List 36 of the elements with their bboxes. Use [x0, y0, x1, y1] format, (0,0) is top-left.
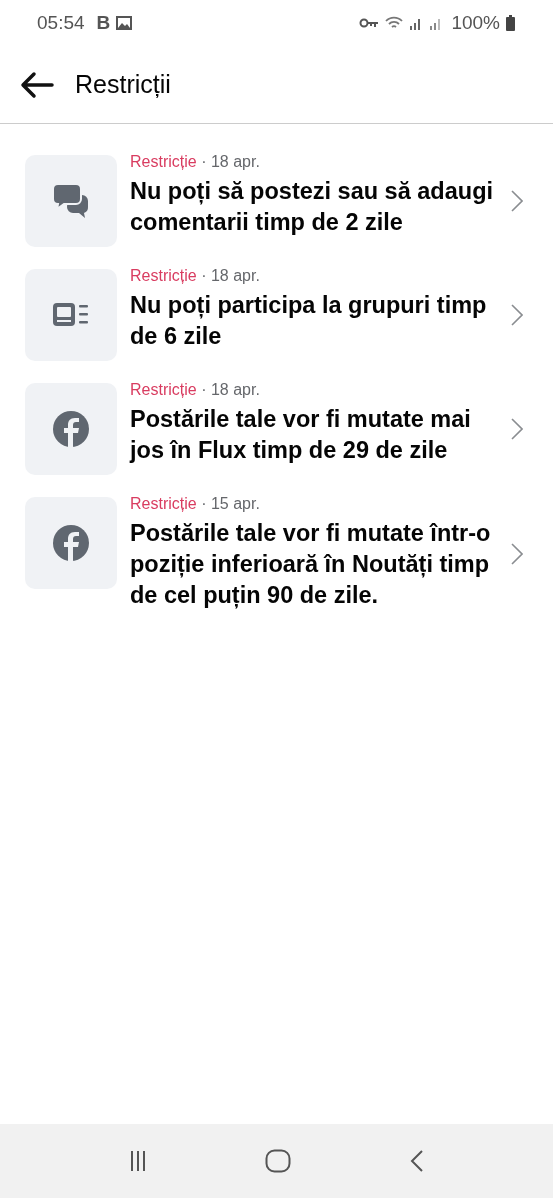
back-arrow-icon[interactable]: [20, 70, 54, 99]
restriction-text: Postările tale vor fi mutate mai jos în Flux timp de 29 de zile: [130, 405, 472, 465]
restriction-item[interactable]: Restricție · 15 apr. Postările tale vor fi mutate într-o poziție inferioară în Noutăți timp de cel puțin 90 de zile.: [0, 497, 553, 611]
image-icon: [116, 16, 133, 30]
screen-list-icon: [52, 302, 90, 328]
battery-percent: 100%: [451, 12, 500, 34]
page-title: Restricții: [75, 70, 171, 99]
key-icon: [359, 18, 380, 28]
home-icon[interactable]: [264, 1149, 291, 1173]
chevron-right-icon: [511, 304, 523, 326]
circle-f-icon: [53, 411, 89, 447]
date-label: · 18 apr.: [201, 267, 260, 284]
category-label: Restricție: [130, 267, 197, 284]
restriction-item[interactable]: Restricție · 18 apr. Nu poți să postezi sau să adaugi comentarii timp de 2 zile: [0, 155, 553, 247]
chevron-right-icon: [511, 190, 523, 212]
restriction-text: Nu poți să postezi sau să adaugi comentarii timp de 2 zile: [130, 177, 495, 237]
category-label: Restricție: [130, 153, 197, 170]
restriction-item[interactable]: Restricție · 18 apr. Nu poți participa la grupuri timp de 6 zile: [0, 269, 553, 361]
circle-f-icon: [53, 525, 89, 561]
restriction-text: Nu poți participa la grupuri timp de 6 zile: [130, 291, 488, 351]
chat-bubbles-icon: [52, 183, 90, 219]
date-label: · 18 apr.: [201, 381, 260, 398]
chevron-right-icon: [511, 543, 523, 565]
notification-letter: B: [96, 12, 111, 34]
date-label: · 15 apr.: [201, 495, 260, 512]
category-label: Restricție: [130, 495, 197, 512]
restriction-text: Postările tale vor fi mutate într-o poziție inferioară în Noutăți timp de cel puțin 90 de zile.: [130, 519, 492, 611]
chevron-right-icon: [511, 418, 523, 440]
battery-icon: [506, 15, 515, 31]
status-time: 05:54: [37, 12, 85, 34]
date-label: · 18 apr.: [201, 153, 260, 170]
restriction-item[interactable]: Restricție · 18 apr. Postările tale vor fi mutate mai jos în Flux timp de 29 de zile: [0, 383, 553, 475]
recent-apps-icon[interactable]: [129, 1150, 146, 1172]
category-label: Restricție: [130, 381, 197, 398]
back-icon[interactable]: [409, 1149, 424, 1173]
wifi-icon: [385, 16, 404, 30]
